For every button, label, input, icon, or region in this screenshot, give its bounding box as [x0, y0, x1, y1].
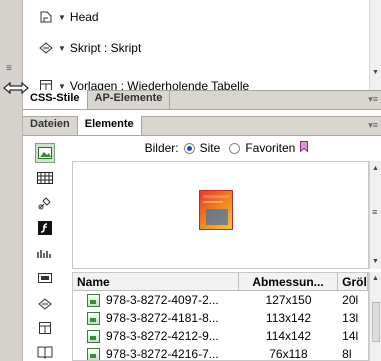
table-row[interactable]: 978-3-8272-4212-9... 114x142 14l — [73, 327, 368, 345]
image-file-icon — [87, 311, 100, 325]
movies-icon[interactable] — [35, 268, 55, 288]
tab-css-stile[interactable]: CSS-Stile — [23, 90, 88, 109]
asset-name: 978-3-8272-4216-7... — [106, 347, 219, 361]
expand-triangle-icon[interactable]: ▼ — [58, 13, 66, 22]
table-row[interactable]: 978-3-8272-4181-8... 113x142 13l — [73, 309, 368, 327]
book-thumbnail — [199, 190, 233, 230]
scroll-grip-icon[interactable]: ≡ — [372, 207, 377, 217]
radio-favorites[interactable] — [229, 142, 241, 154]
table-row[interactable]: 978-3-8272-4097-2... 127x150 20l — [73, 291, 368, 309]
asset-size: 8l — [342, 347, 352, 361]
scroll-down-icon[interactable]: ▼ — [372, 69, 379, 76]
assets-table: Name Abmessun... Gröl 978-3-8272-4097-2.… — [72, 272, 369, 361]
tree-row-script[interactable]: ▼ Skript : Skript — [38, 37, 141, 59]
tab-dateien[interactable]: Dateien — [23, 116, 78, 135]
urls-icon[interactable] — [35, 194, 55, 214]
column-header-dimensions[interactable]: Abmessun... — [239, 273, 339, 290]
expand-triangle-icon[interactable]: ▼ — [58, 82, 66, 91]
image-file-icon — [87, 347, 100, 360]
left-gutter: ≡ — [0, 0, 23, 361]
expand-triangle-icon[interactable]: ▼ — [58, 44, 66, 53]
head-tag-icon — [38, 10, 54, 24]
images-icon[interactable] — [35, 143, 55, 163]
images-label: Bilder: — [144, 141, 179, 155]
panel-menu-icon[interactable]: ▾≡ — [368, 94, 378, 105]
asset-category-toolbar — [23, 136, 67, 361]
asset-filter-row: Bilder: Site Favoriten — [72, 136, 381, 160]
library-icon[interactable] — [35, 342, 55, 361]
scroll-up-icon[interactable]: ▲ — [372, 275, 379, 282]
scroll-down-icon[interactable]: ▼ — [372, 258, 379, 265]
image-file-icon — [87, 329, 100, 343]
tag-tree-panel: ▼ Head ▼ Skript : Skript ▼ Vorlagen : Wi… — [23, 0, 381, 90]
files-panel-tabbar: Dateien Elemente ▾≡ — [23, 116, 381, 136]
table-scrollbar[interactable]: ▲ — [369, 272, 381, 361]
column-header-size[interactable]: Gröl — [338, 273, 368, 290]
asset-dimensions: 114x142 — [265, 329, 312, 343]
tree-row-template[interactable]: ▼ Vorlagen : Wiederholende Tabelle — [38, 75, 249, 90]
asset-dimensions: 113x142 — [265, 311, 312, 325]
scroll-up-icon[interactable]: ▲ — [372, 165, 379, 172]
flash-icon[interactable] — [35, 218, 55, 238]
column-header-name[interactable]: Name — [73, 273, 239, 290]
asset-name: 978-3-8272-4097-2... — [106, 293, 219, 307]
radio-favorites-label[interactable]: Favoriten — [245, 141, 295, 155]
assets-panel: Bilder: Site Favoriten ▲ ≡ ▼ Name Abmess… — [23, 136, 381, 361]
tree-row-label: Vorlagen : Wiederholende Tabelle — [69, 79, 250, 90]
panel-menu-icon[interactable]: ▾≡ — [368, 120, 378, 131]
css-panel-tabbar: CSS-Stile AP-Elemente ▾≡ — [23, 90, 381, 110]
favorites-bookmark-icon — [300, 141, 309, 155]
shockwave-icon[interactable] — [35, 244, 55, 264]
tree-row-head[interactable]: ▼ Head — [38, 6, 99, 28]
resize-handle-icon[interactable] — [3, 80, 29, 96]
template-icon — [38, 79, 54, 90]
asset-dimensions: 127x150 — [265, 293, 312, 307]
tree-row-label: Skript : Skript — [69, 41, 142, 55]
asset-size: 20l — [342, 293, 359, 307]
tree-row-label: Head — [69, 10, 99, 24]
image-preview — [72, 161, 369, 269]
table-row[interactable]: 978-3-8272-4216-7... 76x118 8l — [73, 345, 368, 361]
asset-size: 14l — [342, 329, 359, 343]
asset-size: 13l — [342, 311, 359, 325]
tree-scrollbar[interactable]: ▼ — [369, 0, 381, 90]
scroll-thumb[interactable] — [372, 302, 380, 342]
radio-site-label[interactable]: Site — [200, 141, 221, 155]
preview-scrollbar[interactable]: ▲ ≡ ▼ — [369, 161, 381, 269]
table-header: Name Abmessun... Gröl — [73, 273, 368, 291]
panel-grip-icon[interactable]: ≡ — [5, 64, 13, 78]
script-icon — [38, 41, 54, 55]
image-file-icon — [87, 293, 100, 307]
radio-site[interactable] — [183, 142, 195, 154]
asset-dimensions: 76x118 — [269, 347, 308, 361]
tab-elemente[interactable]: Elemente — [77, 116, 142, 135]
asset-name: 978-3-8272-4212-9... — [106, 329, 219, 343]
tab-ap-elemente[interactable]: AP-Elemente — [88, 90, 171, 109]
colors-icon[interactable] — [35, 168, 55, 188]
asset-name: 978-3-8272-4181-8... — [106, 311, 219, 325]
templates-icon[interactable] — [35, 318, 55, 338]
scripts-icon[interactable] — [35, 294, 55, 314]
